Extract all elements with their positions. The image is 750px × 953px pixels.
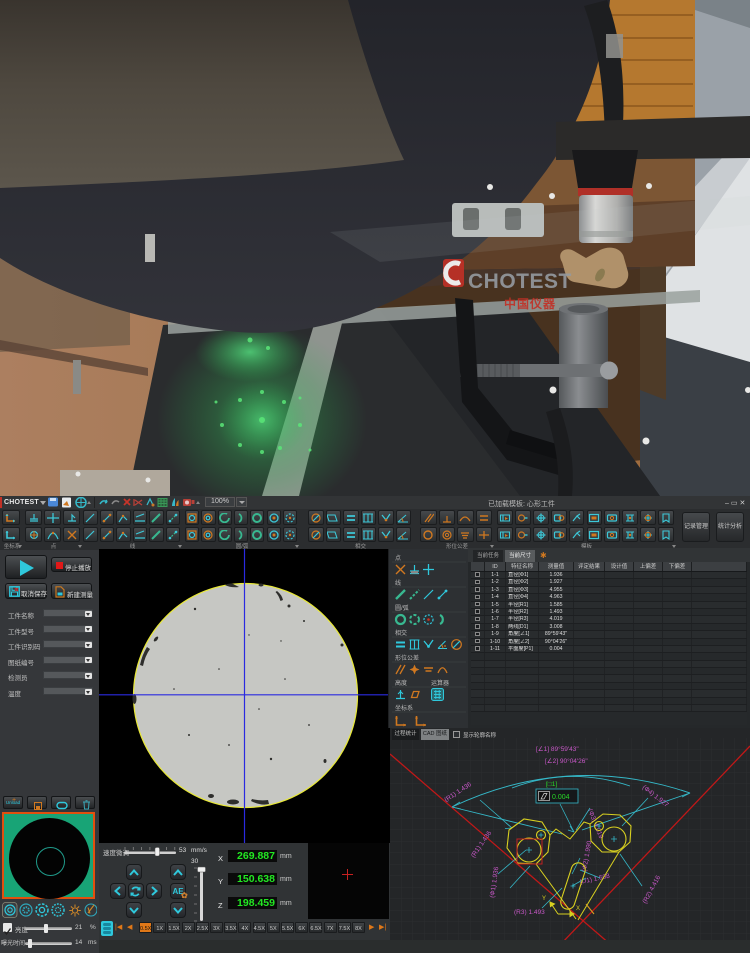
- svg-text:圆/弧: 圆/弧: [395, 604, 409, 612]
- svg-text:0.004: 0.004: [552, 794, 570, 801]
- svg-text:运算器: 运算器: [431, 679, 449, 687]
- svg-text:[□1]: [□1]: [546, 781, 557, 788]
- svg-text:[∠2] 90°04'26": [∠2] 90°04'26": [545, 757, 588, 765]
- svg-text:[∠1] 89°59'43": [∠1] 89°59'43": [536, 745, 579, 753]
- svg-text:点: 点: [395, 554, 401, 562]
- svg-text:相交: 相交: [395, 629, 407, 637]
- svg-text:高度: 高度: [395, 679, 407, 687]
- svg-text:X: X: [576, 906, 580, 912]
- svg-text:线: 线: [395, 579, 401, 587]
- svg-text:坐标系: 坐标系: [395, 704, 413, 712]
- svg-text:CHOTEST: CHOTEST: [468, 270, 572, 293]
- svg-text:Y: Y: [542, 896, 546, 902]
- svg-text:中国仪器: 中国仪器: [504, 296, 556, 311]
- svg-text:(R3) 1.493: (R3) 1.493: [514, 909, 545, 916]
- svg-text:形位公差: 形位公差: [395, 654, 419, 662]
